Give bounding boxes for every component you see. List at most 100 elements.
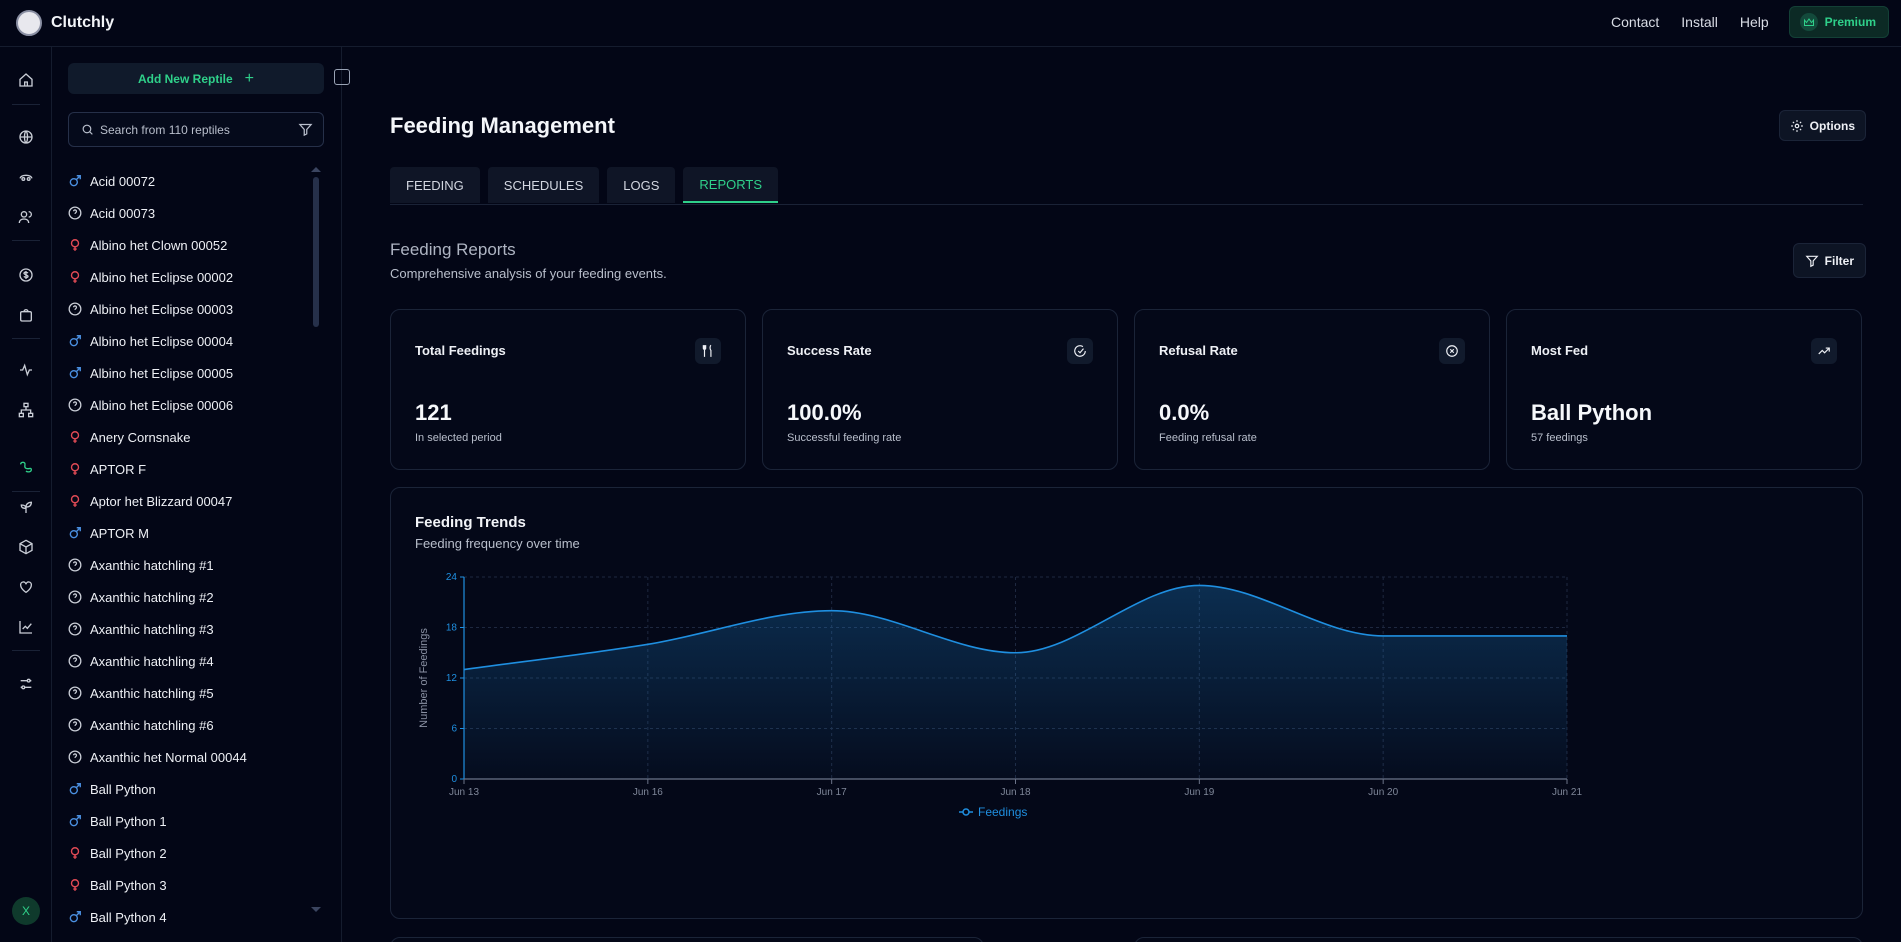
reptile-name: Anery Cornsnake [90, 429, 191, 445]
stat-label: Total Feedings [415, 343, 506, 358]
search-input[interactable] [100, 122, 290, 137]
feeding-trends-chart: 0 6 12 18 24 Jun 13 Jun 16 Jun 17 Jun 18 Jun 19 Ju… [418, 572, 1582, 819]
tab-reports[interactable]: REPORTS [683, 167, 778, 203]
filter-button[interactable]: Filter [1792, 243, 1866, 278]
reptile-list-item[interactable]: Albino het Eclipse 00004 [68, 325, 298, 357]
reptile-list-item[interactable]: Ball Python 3 [68, 869, 298, 901]
reptile-list-item[interactable]: Aptor het Blizzard 00047 [68, 485, 298, 517]
bag-icon[interactable] [16, 305, 36, 325]
reptile-name: Acid 00073 [90, 205, 156, 221]
reptile-list-item[interactable]: Axanthic hatchling #6 [68, 709, 298, 741]
check-circle-icon [1067, 338, 1093, 364]
feeding-trends-card: Feeding Trends Feeding frequency over ti… [390, 487, 1863, 919]
main-content: Feeding Management Options FEEDING SCHED… [342, 47, 1901, 942]
reptile-list-item[interactable]: Axanthic hatchling #2 [68, 581, 298, 613]
reptile-list-item[interactable]: APTOR M [68, 517, 298, 549]
x-tick-label: Jun 20 [1368, 787, 1398, 798]
user-avatar[interactable]: X [12, 897, 40, 925]
filter-icon[interactable] [298, 122, 313, 137]
tab-logs[interactable]: LOGS [607, 167, 676, 203]
globe-icon[interactable] [16, 127, 36, 147]
options-button[interactable]: Options [1778, 110, 1866, 141]
reptile-list-item[interactable]: Anery Cornsnake [68, 421, 298, 453]
bottom-card-left [390, 937, 984, 942]
reptile-list-item[interactable]: Albino het Eclipse 00006 [68, 389, 298, 421]
chart-icon[interactable] [16, 617, 36, 637]
male-icon [68, 910, 82, 924]
reptile-list-item[interactable]: Ball Python 2 [68, 837, 298, 869]
logo-icon [16, 10, 42, 36]
tab-feeding[interactable]: FEEDING [390, 167, 480, 203]
help-link[interactable]: Help [1740, 14, 1769, 30]
dollar-icon[interactable] [16, 265, 36, 285]
reptile-name: Albino het Eclipse 00004 [90, 333, 234, 349]
feeding-icon[interactable] [16, 457, 36, 477]
reptile-name: APTOR F [90, 461, 147, 477]
scroll-down-icon[interactable] [311, 907, 321, 912]
icon-rail: X [0, 47, 52, 942]
users-icon[interactable] [16, 207, 36, 227]
reptile-list-item[interactable]: Ball Python 1 [68, 805, 298, 837]
heart-icon[interactable] [16, 577, 36, 597]
home-icon[interactable] [16, 70, 36, 90]
stat-card-success-rate: Success Rate 100.0% Successful feeding r… [762, 309, 1118, 470]
add-reptile-button[interactable]: Add New Reptile + [68, 63, 324, 94]
reptile-list-item[interactable]: Axanthic hatchling #4 [68, 645, 298, 677]
male-icon [68, 526, 82, 540]
reptile-list-item[interactable]: Acid 00072 [68, 165, 298, 197]
female-icon [68, 494, 82, 508]
tab-schedules[interactable]: SCHEDULES [487, 167, 600, 203]
rail-divider-hidden [12, 491, 40, 492]
rail-divider [12, 650, 40, 651]
sidebar-scrollbar[interactable] [313, 177, 319, 327]
stat-label: Refusal Rate [1159, 343, 1238, 358]
reptile-list-item[interactable]: Ball Python [68, 773, 298, 805]
reptile-list-item[interactable]: Albino het Eclipse 00002 [68, 261, 298, 293]
utensils-icon [695, 338, 721, 364]
activity-icon[interactable] [16, 360, 36, 380]
premium-label: Premium [1824, 15, 1876, 29]
filter-icon [1805, 254, 1819, 268]
stat-value: Ball Python [1531, 400, 1653, 425]
legend-label: Feedings [978, 805, 1027, 819]
premium-button[interactable]: Premium [1788, 6, 1889, 38]
add-reptile-label: Add New Reptile [137, 71, 233, 86]
reptile-list-item[interactable]: APTOR F [68, 453, 298, 485]
stat-card-refusal-rate: Refusal Rate 0.0% Feeding refusal rate [1134, 309, 1490, 470]
page-title: Feeding Management [390, 113, 615, 138]
unknown-icon [68, 654, 82, 668]
reptile-list-item[interactable]: Axanthic het Normal 00044 [68, 741, 298, 773]
feeding-tabs: FEEDING SCHEDULES LOGS REPORTS [390, 167, 786, 203]
legend-marker [962, 808, 970, 816]
reptile-list-item[interactable]: Axanthic hatchling #5 [68, 677, 298, 709]
reptile-name: Albino het Clown 00052 [90, 237, 228, 253]
plant-icon[interactable] [16, 497, 36, 517]
reptile-list-item[interactable]: Ball Python 4 [68, 901, 298, 933]
unknown-icon [68, 686, 82, 700]
rail-divider [12, 338, 40, 339]
reptile-name: Axanthic hatchling #3 [90, 621, 214, 637]
scroll-up-icon[interactable] [311, 167, 321, 172]
stat-label: Success Rate [787, 343, 872, 358]
reptile-list-item[interactable]: Albino het Eclipse 00003 [68, 293, 298, 325]
box-icon[interactable] [16, 537, 36, 557]
reptile-list-item[interactable]: Acid 00073 [68, 197, 298, 229]
search-icon [81, 123, 94, 136]
reptile-list-item[interactable]: Axanthic hatchling #3 [68, 613, 298, 645]
app-logo[interactable]: Clutchly [16, 10, 114, 36]
y-tick-label: 6 [451, 724, 457, 735]
tree-icon[interactable] [16, 400, 36, 420]
unknown-icon [68, 718, 82, 732]
sliders-icon[interactable] [16, 674, 36, 694]
male-icon [68, 334, 82, 348]
x-tick-label: Jun 19 [1184, 787, 1214, 798]
y-tick-label: 24 [446, 572, 458, 583]
reptile-list-item[interactable]: Axanthic hatchling #1 [68, 549, 298, 581]
reptile-name: Aptor het Blizzard 00047 [90, 493, 233, 509]
x-tick-label: Jun 18 [1000, 787, 1030, 798]
install-link[interactable]: Install [1681, 14, 1718, 30]
reptile-list-item[interactable]: Albino het Eclipse 00005 [68, 357, 298, 389]
reptile-icon[interactable] [16, 167, 36, 187]
contact-link[interactable]: Contact [1611, 14, 1659, 30]
reptile-list-item[interactable]: Albino het Clown 00052 [68, 229, 298, 261]
